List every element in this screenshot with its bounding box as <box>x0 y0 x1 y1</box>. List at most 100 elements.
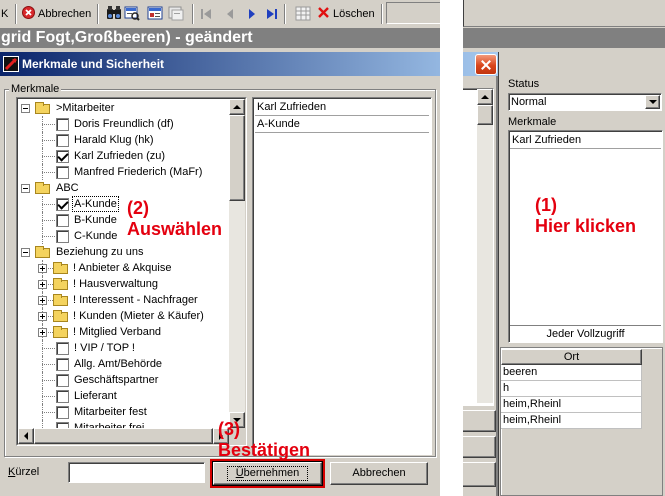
checkbox[interactable] <box>56 342 69 355</box>
tree-item[interactable]: ! Kunden (Mieter & Käufer) <box>18 308 229 324</box>
dropdown-button[interactable] <box>645 95 660 109</box>
table-row[interactable]: heim,Rheinl <box>501 397 642 413</box>
tree-item[interactable]: Doris Freundlich (df) <box>18 116 229 132</box>
collapse-toggle-icon[interactable] <box>21 104 30 113</box>
toolbar-separator <box>97 4 99 24</box>
tree-item-label: ! VIP / TOP ! <box>74 342 135 354</box>
status-dropdown[interactable]: Normal <box>508 93 662 111</box>
vertical-scrollbar[interactable] <box>229 99 245 428</box>
toolbar-field[interactable] <box>386 2 446 24</box>
ok-button[interactable]: K <box>1 7 8 21</box>
close-icon[interactable] <box>475 54 497 75</box>
scroll-left-button[interactable] <box>18 428 34 444</box>
tree-item[interactable]: ! Mitglied Verband <box>18 324 229 340</box>
tree-item[interactable]: Mitarbeiter frei <box>18 420 229 428</box>
tree-item[interactable]: Mitarbeiter fest <box>18 404 229 420</box>
table-row[interactable]: beeren <box>501 365 642 381</box>
cancel-button[interactable]: Abbrechen <box>20 4 94 23</box>
list-item[interactable]: Karl Zufrieden <box>255 99 429 116</box>
folder-icon <box>53 326 68 338</box>
column-header-ort[interactable]: Ort <box>501 349 642 365</box>
expand-toggle-icon[interactable] <box>38 296 47 305</box>
expand-toggle-icon[interactable] <box>38 280 47 289</box>
address-table[interactable]: Ort beeren h heim,Rheinl heim,Rheinl <box>501 349 642 429</box>
tree-item[interactable]: Lieferant <box>18 388 229 404</box>
next-record-icon[interactable] <box>246 8 258 20</box>
tree-item[interactable]: Geschäftspartner <box>18 372 229 388</box>
scroll-up-button[interactable] <box>229 99 245 115</box>
last-record-icon[interactable] <box>266 8 278 20</box>
expand-toggle-icon[interactable] <box>38 264 47 273</box>
expand-toggle-icon[interactable] <box>38 328 47 337</box>
expand-toggle-icon[interactable] <box>38 312 47 321</box>
merkmale-box[interactable]: Karl Zufrieden Jeder Vollzugriff <box>508 130 663 343</box>
delete-button-label: Löschen <box>333 8 375 20</box>
first-record-icon[interactable] <box>200 8 212 20</box>
access-label[interactable]: Jeder Vollzugriff <box>510 325 661 342</box>
merkmale-tree[interactable]: >Mitarbeiter Doris Freundlich (df) Harald … <box>16 97 247 446</box>
collapse-toggle-icon[interactable] <box>21 184 30 193</box>
table-row[interactable]: heim,Rheinl <box>501 413 642 429</box>
tree-line <box>42 156 55 157</box>
step-number-label: (1) <box>535 195 557 215</box>
delete-button[interactable]: Löschen <box>315 4 381 23</box>
kuerzel-input[interactable] <box>68 462 205 483</box>
kuerzel-label: Kürzel <box>8 466 40 478</box>
tree-item[interactable]: ! Interessent - Nachfrager <box>18 292 229 308</box>
tree-item[interactable]: Manfred Friederich (MaFr) <box>18 164 229 180</box>
horizontal-scrollbar[interactable] <box>18 428 229 444</box>
tree-item[interactable]: Karl Zufrieden (zu) <box>18 148 229 164</box>
tree-item[interactable]: Allg. Amt/Behörde <box>18 356 229 372</box>
scroll-thumb[interactable] <box>477 105 493 125</box>
checkbox[interactable] <box>56 230 69 243</box>
table-icon[interactable] <box>295 6 311 21</box>
record-copy-icon[interactable] <box>168 5 184 21</box>
tree-item[interactable]: ! Hausverwaltung <box>18 276 229 292</box>
checkbox[interactable] <box>56 134 69 147</box>
binoculars-icon[interactable] <box>106 6 122 20</box>
table-row[interactable]: h <box>501 381 642 397</box>
vertical-scrollbar[interactable] <box>477 89 493 403</box>
dialog-title: Merkmale und Sicherheit <box>22 57 165 71</box>
checkbox[interactable] <box>56 198 69 211</box>
record-list-icon[interactable] <box>147 5 163 21</box>
tree-line <box>42 140 55 141</box>
tree-item[interactable]: Beziehung zu uns <box>18 244 229 260</box>
checkbox[interactable] <box>56 166 69 179</box>
checkbox[interactable] <box>56 150 69 163</box>
record-search-icon[interactable] <box>124 5 140 21</box>
tree-item[interactable]: Harald Klug (hk) <box>18 132 229 148</box>
cancel-button-label: Abbrechen <box>38 8 92 20</box>
tree-item[interactable]: >Mitarbeiter <box>18 100 229 116</box>
tree-line <box>42 380 55 381</box>
checkbox[interactable] <box>56 214 69 227</box>
scroll-thumb[interactable] <box>34 428 213 444</box>
tree-item-label: ! Anbieter & Akquise <box>73 262 172 274</box>
selected-merkmale-list[interactable]: Karl Zufrieden A-Kunde <box>252 97 432 455</box>
dialog-title-bar[interactable]: Merkmale und Sicherheit <box>0 52 498 76</box>
delete-x-icon <box>318 7 329 18</box>
checkbox[interactable] <box>56 358 69 371</box>
tree-item[interactable]: ! VIP / TOP ! <box>18 340 229 356</box>
cancel-dialog-button[interactable]: Abbrechen <box>330 462 428 485</box>
collapse-toggle-icon[interactable] <box>21 248 30 257</box>
tree-item[interactable]: A-Kunde <box>18 196 229 212</box>
tree-item[interactable]: ! Anbieter & Akquise <box>18 260 229 276</box>
checkbox[interactable] <box>56 118 69 131</box>
scroll-thumb[interactable] <box>229 115 245 201</box>
checkbox[interactable] <box>56 374 69 387</box>
folder-icon <box>53 310 68 322</box>
folder-icon <box>35 182 50 194</box>
toolbar-separator <box>192 4 194 24</box>
checkbox[interactable] <box>56 406 69 419</box>
prev-record-icon[interactable] <box>224 8 236 20</box>
dialog-merkmale: Merkmale und Sicherheit Merkmale >Mitarb… <box>0 52 499 496</box>
tree-line <box>42 124 55 125</box>
list-item[interactable]: A-Kunde <box>255 116 429 133</box>
tree-item[interactable]: ABC <box>18 180 229 196</box>
checkbox[interactable] <box>56 390 69 403</box>
tree-line <box>42 412 55 413</box>
list-item[interactable]: Karl Zufrieden <box>510 132 661 149</box>
merkmale-label: Merkmale <box>508 116 557 128</box>
scroll-up-button[interactable] <box>477 89 493 105</box>
